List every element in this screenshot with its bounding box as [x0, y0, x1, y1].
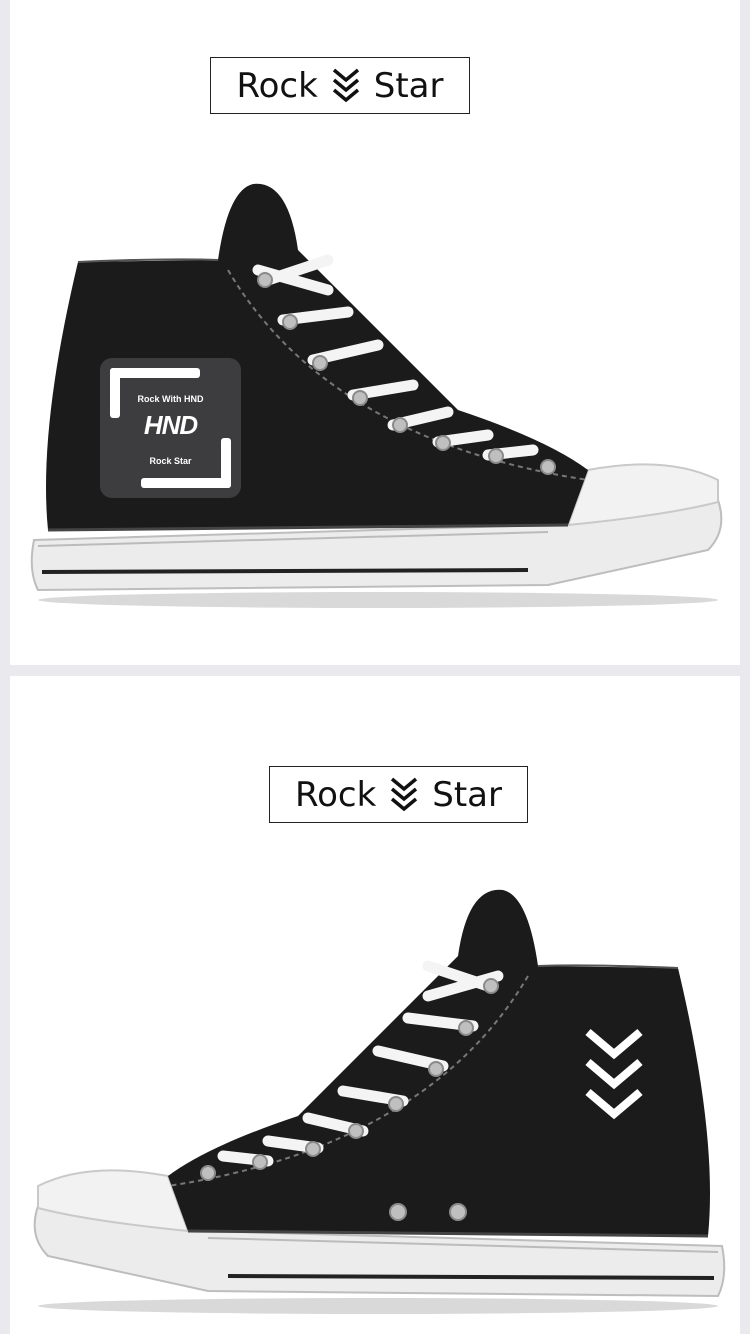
- patch-bottom-text: Rock Star: [149, 456, 192, 466]
- product-card-1[interactable]: Rock Star Rock With HND HND Rock Star: [10, 0, 740, 665]
- brand-logo: Rock Star: [269, 766, 528, 823]
- patch-logo-text: HND: [143, 410, 198, 440]
- triple-chevron-down-icon: [585, 1028, 643, 1120]
- brand-logo: Rock Star: [210, 57, 470, 114]
- brand-word-left: Rock: [236, 65, 318, 106]
- product-card-2[interactable]: Rock Star: [10, 676, 740, 1334]
- triple-chevron-down-icon: [332, 68, 359, 102]
- hnd-patch: Rock With HND HND Rock Star: [100, 358, 241, 498]
- brand-word-right: Star: [373, 65, 444, 106]
- triple-chevron-down-icon: [391, 777, 418, 811]
- brand-word-right: Star: [432, 774, 502, 815]
- patch-top-text: Rock With HND: [137, 394, 204, 404]
- brand-word-left: Rock: [294, 774, 377, 815]
